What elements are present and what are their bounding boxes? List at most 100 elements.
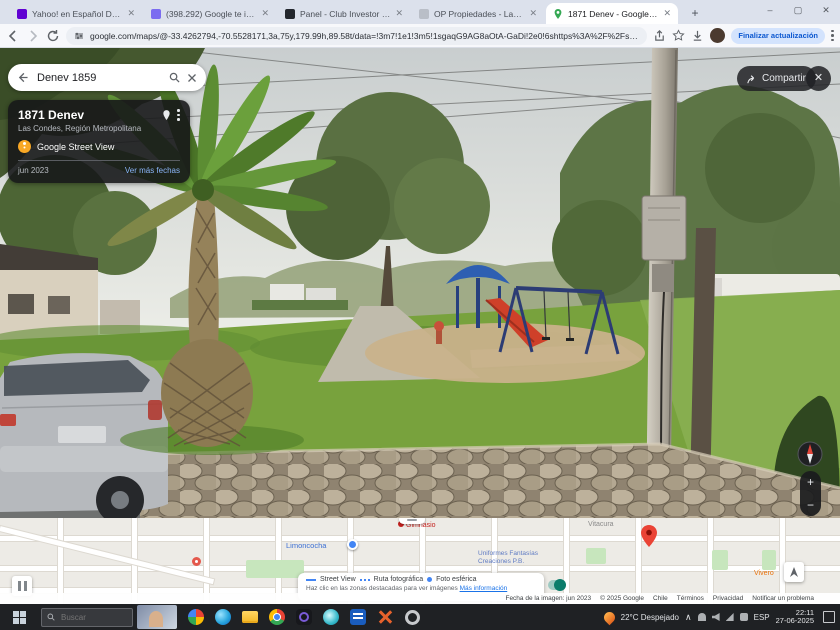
terms-link[interactable]: Términos: [677, 595, 704, 602]
compass-control[interactable]: [797, 441, 823, 467]
new-tab-button[interactable]: +: [686, 4, 704, 22]
url-text: google.com/maps/@-33.4262794,-70.5528171…: [90, 31, 639, 41]
weather-status[interactable]: 22°C Despejado: [621, 613, 679, 622]
map-road: [0, 526, 214, 584]
window-minimize-button[interactable]: –: [756, 0, 784, 22]
volume-icon[interactable]: [712, 613, 720, 621]
map-attribution: Fecha de la imagen: jun 2023 © 2025 Goog…: [0, 593, 840, 604]
search-input[interactable]: [35, 71, 162, 85]
profile-avatar[interactable]: [710, 28, 725, 43]
start-button[interactable]: [0, 604, 38, 630]
panel-favicon: [285, 9, 295, 19]
recenter-button[interactable]: [784, 562, 804, 582]
current-location-marker: [192, 557, 201, 566]
word-icon[interactable]: [349, 608, 367, 626]
taskbar-search-box[interactable]: [41, 608, 133, 627]
windows-logo-icon: [13, 611, 26, 624]
privacy-link[interactable]: Privacidad: [713, 595, 743, 602]
share-button[interactable]: Compartir: [737, 66, 816, 91]
network-icon[interactable]: [726, 613, 734, 621]
tab-close-icon[interactable]: ✕: [395, 8, 403, 19]
tab-panel-club-investor[interactable]: Panel - Club Investor - Pitch ✕: [278, 3, 410, 24]
tab-close-icon[interactable]: ✕: [663, 8, 671, 19]
reload-icon[interactable]: [46, 29, 60, 43]
tab-close-icon[interactable]: ✕: [529, 8, 537, 19]
weather-icon: [601, 609, 617, 625]
place-info-card: 1871 Denev Las Condes, Región Metropolit…: [8, 100, 190, 183]
taskbar-search-input[interactable]: [59, 612, 127, 623]
capture-date: jun 2023: [18, 166, 49, 175]
place-subtitle: Las Condes, Región Metropolitana: [18, 124, 180, 133]
zoom-in-button[interactable]: +: [800, 471, 821, 494]
map-road: [780, 518, 785, 604]
more-dates-link[interactable]: Ver más fechas: [125, 166, 180, 175]
source-label: Google Street View: [37, 142, 114, 152]
chrome-update-button[interactable]: Finalizar actualización: [731, 28, 825, 44]
map-park: [712, 550, 728, 570]
clock-date: 27-06-2025: [776, 617, 814, 626]
back-arrow-icon[interactable]: [17, 72, 28, 83]
minimap-collapse-handle[interactable]: [399, 518, 425, 524]
download-icon[interactable]: [691, 29, 704, 42]
tray-expand-icon[interactable]: ∧: [685, 612, 692, 623]
photos-app-icon[interactable]: [295, 608, 313, 626]
map-road: [564, 518, 569, 604]
more-info-link[interactable]: Más información: [460, 585, 508, 592]
address-bar[interactable]: google.com/maps/@-33.4262794,-70.5528171…: [66, 27, 647, 45]
language-indicator[interactable]: ESP: [754, 613, 770, 622]
tab-close-icon[interactable]: ✕: [127, 8, 135, 19]
tab-yahoo[interactable]: Yahoo! en Español DM-A, Em... ✕: [10, 3, 142, 24]
window-close-button[interactable]: ✕: [812, 0, 840, 22]
tab-google-maps-active[interactable]: 1871 Denev - Google Maps ✕: [546, 3, 678, 24]
bluetooth-icon[interactable]: [740, 613, 748, 621]
browser-menu-icon[interactable]: [831, 30, 834, 42]
messaging-app-icon[interactable]: [322, 608, 340, 626]
share-arrow-icon: [747, 74, 757, 84]
tab-op-propiedades[interactable]: OP Propiedades - Landing ✕: [412, 3, 544, 24]
place-title: 1871 Denev: [18, 108, 156, 122]
street-view-icon: [18, 140, 31, 153]
edge-icon[interactable]: [214, 608, 232, 626]
back-icon[interactable]: [6, 29, 20, 43]
map-park: [246, 560, 304, 578]
clear-search-icon[interactable]: [187, 73, 197, 83]
close-street-view-button[interactable]: ✕: [806, 66, 831, 91]
desktop: Yahoo! en Español DM-A, Em... ✕ (398.292…: [0, 0, 840, 630]
poi-uniformes-label[interactable]: Uniformes FantasíasCreaciones P.B.: [478, 550, 538, 565]
tab-google-invite[interactable]: (398.292) Google te invitó a We... ✕: [144, 3, 276, 24]
report-problem-link[interactable]: Notificar un problema: [752, 595, 814, 602]
search-icon[interactable]: [169, 72, 180, 83]
window-maximize-button[interactable]: ▢: [784, 0, 812, 22]
windows-taskbar: 22°C Despejado ∧ ESP 22:11 27-06-2025: [0, 604, 840, 630]
browser-tab-strip: Yahoo! en Español DM-A, Em... ✕ (398.292…: [0, 0, 840, 24]
notification-center-icon[interactable]: [823, 611, 835, 623]
pin-icon[interactable]: [162, 110, 171, 121]
maps-search-box[interactable]: [8, 64, 206, 91]
taskbar-clock[interactable]: 22:11 27-06-2025: [776, 609, 814, 626]
search-icon: [47, 613, 55, 621]
coverage-toggle[interactable]: [548, 580, 566, 590]
minimap[interactable]: Gimnasio Vitacura Limoncocha Uniformes F…: [0, 518, 840, 604]
chrome-icon[interactable]: [268, 608, 286, 626]
map-park: [586, 548, 606, 564]
bookmark-star-icon[interactable]: [672, 29, 685, 42]
poi-limoncocha-marker[interactable]: [347, 539, 358, 550]
share-icon[interactable]: [653, 29, 666, 42]
excel-alt-icon[interactable]: [376, 608, 394, 626]
onedrive-icon[interactable]: [698, 613, 706, 621]
site-settings-icon[interactable]: [74, 31, 84, 41]
tab-close-icon[interactable]: ✕: [261, 8, 269, 19]
file-explorer-icon[interactable]: [241, 608, 259, 626]
poi-vivero-label[interactable]: Vivero: [754, 570, 774, 577]
card-menu-icon[interactable]: [177, 109, 180, 121]
widgets-icon[interactable]: [187, 608, 205, 626]
poi-limoncocha-label[interactable]: Limoncocha: [286, 541, 326, 550]
dropped-pin[interactable]: [641, 525, 657, 547]
forward-icon[interactable]: [26, 29, 40, 43]
news-widget-thumbnail[interactable]: [137, 605, 177, 629]
settings-icon[interactable]: [403, 608, 421, 626]
zoom-control: + −: [800, 471, 821, 516]
zoom-out-button[interactable]: −: [800, 494, 821, 517]
propiedades-favicon: [419, 9, 429, 19]
street-label-vitacura: Vitacura: [588, 521, 614, 528]
